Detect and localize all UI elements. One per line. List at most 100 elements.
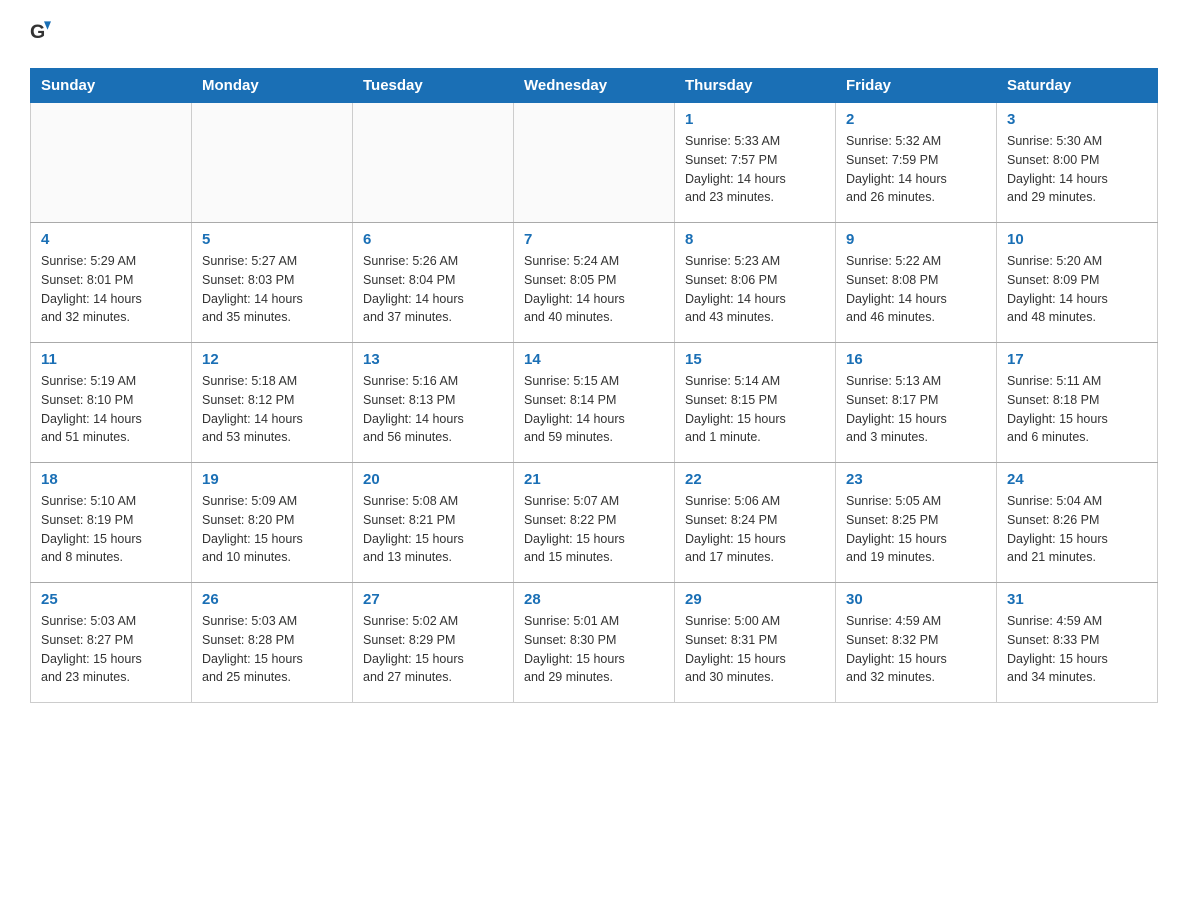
day-info: Sunrise: 4:59 AM Sunset: 8:33 PM Dayligh…: [1007, 612, 1147, 687]
day-number: 24: [1007, 471, 1147, 488]
day-info: Sunrise: 4:59 AM Sunset: 8:32 PM Dayligh…: [846, 612, 986, 687]
day-info: Sunrise: 5:18 AM Sunset: 8:12 PM Dayligh…: [202, 372, 342, 447]
day-cell: [192, 103, 353, 223]
header-cell-friday: Friday: [836, 69, 997, 103]
header-cell-wednesday: Wednesday: [514, 69, 675, 103]
day-number: 16: [846, 351, 986, 368]
day-cell: 31Sunrise: 4:59 AM Sunset: 8:33 PM Dayli…: [997, 583, 1158, 703]
day-number: 5: [202, 231, 342, 248]
day-cell: 7 Sunrise: 5:24 AM Sunset: 8:05 PM Daylig…: [514, 223, 675, 343]
day-info: Sunrise: 5:16 AM Sunset: 8:13 PM Dayligh…: [363, 372, 503, 447]
day-info: Sunrise: 5:23 AM Sunset: 8:06 PM Dayligh…: [685, 252, 825, 327]
day-number: 17: [1007, 351, 1147, 368]
day-number: 26: [202, 591, 342, 608]
week-row-5: 25 Sunrise: 5:03 AM Sunset: 8:27 PM Dayli…: [31, 583, 1158, 703]
day-info: Sunrise: 5:00 AM Sunset: 8:31 PM Dayligh…: [685, 612, 825, 687]
day-info: Sunrise: 5:07 AM Sunset: 8:22 PM Dayligh…: [524, 492, 664, 567]
day-cell: 4 Sunrise: 5:29 AM Sunset: 8:01 PM Daylig…: [31, 223, 192, 343]
day-number: 2: [846, 111, 986, 128]
day-cell: 29 Sunrise: 5:00 AM Sunset: 8:31 PM Dayli…: [675, 583, 836, 703]
calendar-header: SundayMondayTuesdayWednesdayThursdayFrid…: [31, 69, 1158, 103]
day-cell: 14 Sunrise: 5:15 AM Sunset: 8:14 PM Dayli…: [514, 343, 675, 463]
day-cell: 1 Sunrise: 5:33 AM Sunset: 7:57 PM Daylig…: [675, 103, 836, 223]
day-info: Sunrise: 5:15 AM Sunset: 8:14 PM Dayligh…: [524, 372, 664, 447]
day-cell: 30Sunrise: 4:59 AM Sunset: 8:32 PM Dayli…: [836, 583, 997, 703]
header-cell-saturday: Saturday: [997, 69, 1158, 103]
header-cell-tuesday: Tuesday: [353, 69, 514, 103]
day-number: 11: [41, 351, 181, 368]
day-cell: 24Sunrise: 5:04 AM Sunset: 8:26 PM Dayli…: [997, 463, 1158, 583]
day-info: Sunrise: 5:11 AM Sunset: 8:18 PM Dayligh…: [1007, 372, 1147, 447]
day-number: 12: [202, 351, 342, 368]
day-number: 9: [846, 231, 986, 248]
day-number: 4: [41, 231, 181, 248]
day-info: Sunrise: 5:32 AM Sunset: 7:59 PM Dayligh…: [846, 132, 986, 207]
day-number: 28: [524, 591, 664, 608]
day-cell: 23 Sunrise: 5:05 AM Sunset: 8:25 PM Dayli…: [836, 463, 997, 583]
day-info: Sunrise: 5:27 AM Sunset: 8:03 PM Dayligh…: [202, 252, 342, 327]
day-cell: [514, 103, 675, 223]
day-cell: 9 Sunrise: 5:22 AM Sunset: 8:08 PM Daylig…: [836, 223, 997, 343]
day-cell: 17 Sunrise: 5:11 AM Sunset: 8:18 PM Dayli…: [997, 343, 1158, 463]
day-cell: 28 Sunrise: 5:01 AM Sunset: 8:30 PM Dayli…: [514, 583, 675, 703]
day-info: Sunrise: 5:20 AM Sunset: 8:09 PM Dayligh…: [1007, 252, 1147, 327]
day-number: 8: [685, 231, 825, 248]
day-number: 29: [685, 591, 825, 608]
day-info: Sunrise: 5:19 AM Sunset: 8:10 PM Dayligh…: [41, 372, 181, 447]
day-number: 25: [41, 591, 181, 608]
day-cell: 21 Sunrise: 5:07 AM Sunset: 8:22 PM Dayli…: [514, 463, 675, 583]
logo-icon: G: [30, 20, 58, 48]
day-number: 20: [363, 471, 503, 488]
day-cell: 11 Sunrise: 5:19 AM Sunset: 8:10 PM Dayli…: [31, 343, 192, 463]
day-number: 13: [363, 351, 503, 368]
day-info: Sunrise: 5:33 AM Sunset: 7:57 PM Dayligh…: [685, 132, 825, 207]
day-info: Sunrise: 5:08 AM Sunset: 8:21 PM Dayligh…: [363, 492, 503, 567]
week-row-3: 11 Sunrise: 5:19 AM Sunset: 8:10 PM Dayli…: [31, 343, 1158, 463]
day-info: Sunrise: 5:03 AM Sunset: 8:27 PM Dayligh…: [41, 612, 181, 687]
week-row-2: 4 Sunrise: 5:29 AM Sunset: 8:01 PM Daylig…: [31, 223, 1158, 343]
day-number: 27: [363, 591, 503, 608]
day-info: Sunrise: 5:06 AM Sunset: 8:24 PM Dayligh…: [685, 492, 825, 567]
day-number: 19: [202, 471, 342, 488]
day-info: Sunrise: 5:24 AM Sunset: 8:05 PM Dayligh…: [524, 252, 664, 327]
day-cell: 8 Sunrise: 5:23 AM Sunset: 8:06 PM Daylig…: [675, 223, 836, 343]
day-cell: 20 Sunrise: 5:08 AM Sunset: 8:21 PM Dayli…: [353, 463, 514, 583]
calendar-table: SundayMondayTuesdayWednesdayThursdayFrid…: [30, 68, 1158, 703]
day-info: Sunrise: 5:29 AM Sunset: 8:01 PM Dayligh…: [41, 252, 181, 327]
logo: G: [30, 20, 64, 48]
day-info: Sunrise: 5:22 AM Sunset: 8:08 PM Dayligh…: [846, 252, 986, 327]
day-cell: 19Sunrise: 5:09 AM Sunset: 8:20 PM Dayli…: [192, 463, 353, 583]
svg-text:G: G: [30, 21, 45, 43]
day-number: 7: [524, 231, 664, 248]
week-row-4: 18 Sunrise: 5:10 AM Sunset: 8:19 PM Dayli…: [31, 463, 1158, 583]
day-cell: 10 Sunrise: 5:20 AM Sunset: 8:09 PM Dayli…: [997, 223, 1158, 343]
day-cell: 13 Sunrise: 5:16 AM Sunset: 8:13 PM Dayli…: [353, 343, 514, 463]
day-info: Sunrise: 5:05 AM Sunset: 8:25 PM Dayligh…: [846, 492, 986, 567]
header-cell-thursday: Thursday: [675, 69, 836, 103]
week-row-1: 1 Sunrise: 5:33 AM Sunset: 7:57 PM Daylig…: [31, 103, 1158, 223]
day-number: 23: [846, 471, 986, 488]
day-info: Sunrise: 5:02 AM Sunset: 8:29 PM Dayligh…: [363, 612, 503, 687]
day-info: Sunrise: 5:10 AM Sunset: 8:19 PM Dayligh…: [41, 492, 181, 567]
day-info: Sunrise: 5:01 AM Sunset: 8:30 PM Dayligh…: [524, 612, 664, 687]
day-number: 10: [1007, 231, 1147, 248]
day-number: 18: [41, 471, 181, 488]
day-cell: 25 Sunrise: 5:03 AM Sunset: 8:27 PM Dayli…: [31, 583, 192, 703]
day-cell: 3 Sunrise: 5:30 AM Sunset: 8:00 PM Daylig…: [997, 103, 1158, 223]
day-info: Sunrise: 5:13 AM Sunset: 8:17 PM Dayligh…: [846, 372, 986, 447]
day-cell: 18 Sunrise: 5:10 AM Sunset: 8:19 PM Dayli…: [31, 463, 192, 583]
day-cell: 27 Sunrise: 5:02 AM Sunset: 8:29 PM Dayli…: [353, 583, 514, 703]
day-number: 21: [524, 471, 664, 488]
day-number: 6: [363, 231, 503, 248]
day-cell: 12 Sunrise: 5:18 AM Sunset: 8:12 PM Dayli…: [192, 343, 353, 463]
header-cell-sunday: Sunday: [31, 69, 192, 103]
header-cell-monday: Monday: [192, 69, 353, 103]
day-number: 1: [685, 111, 825, 128]
day-number: 15: [685, 351, 825, 368]
day-cell: 5 Sunrise: 5:27 AM Sunset: 8:03 PM Daylig…: [192, 223, 353, 343]
day-number: 14: [524, 351, 664, 368]
day-info: Sunrise: 5:30 AM Sunset: 8:00 PM Dayligh…: [1007, 132, 1147, 207]
page-header: G: [30, 20, 1158, 48]
day-cell: 2 Sunrise: 5:32 AM Sunset: 7:59 PM Daylig…: [836, 103, 997, 223]
day-number: 3: [1007, 111, 1147, 128]
